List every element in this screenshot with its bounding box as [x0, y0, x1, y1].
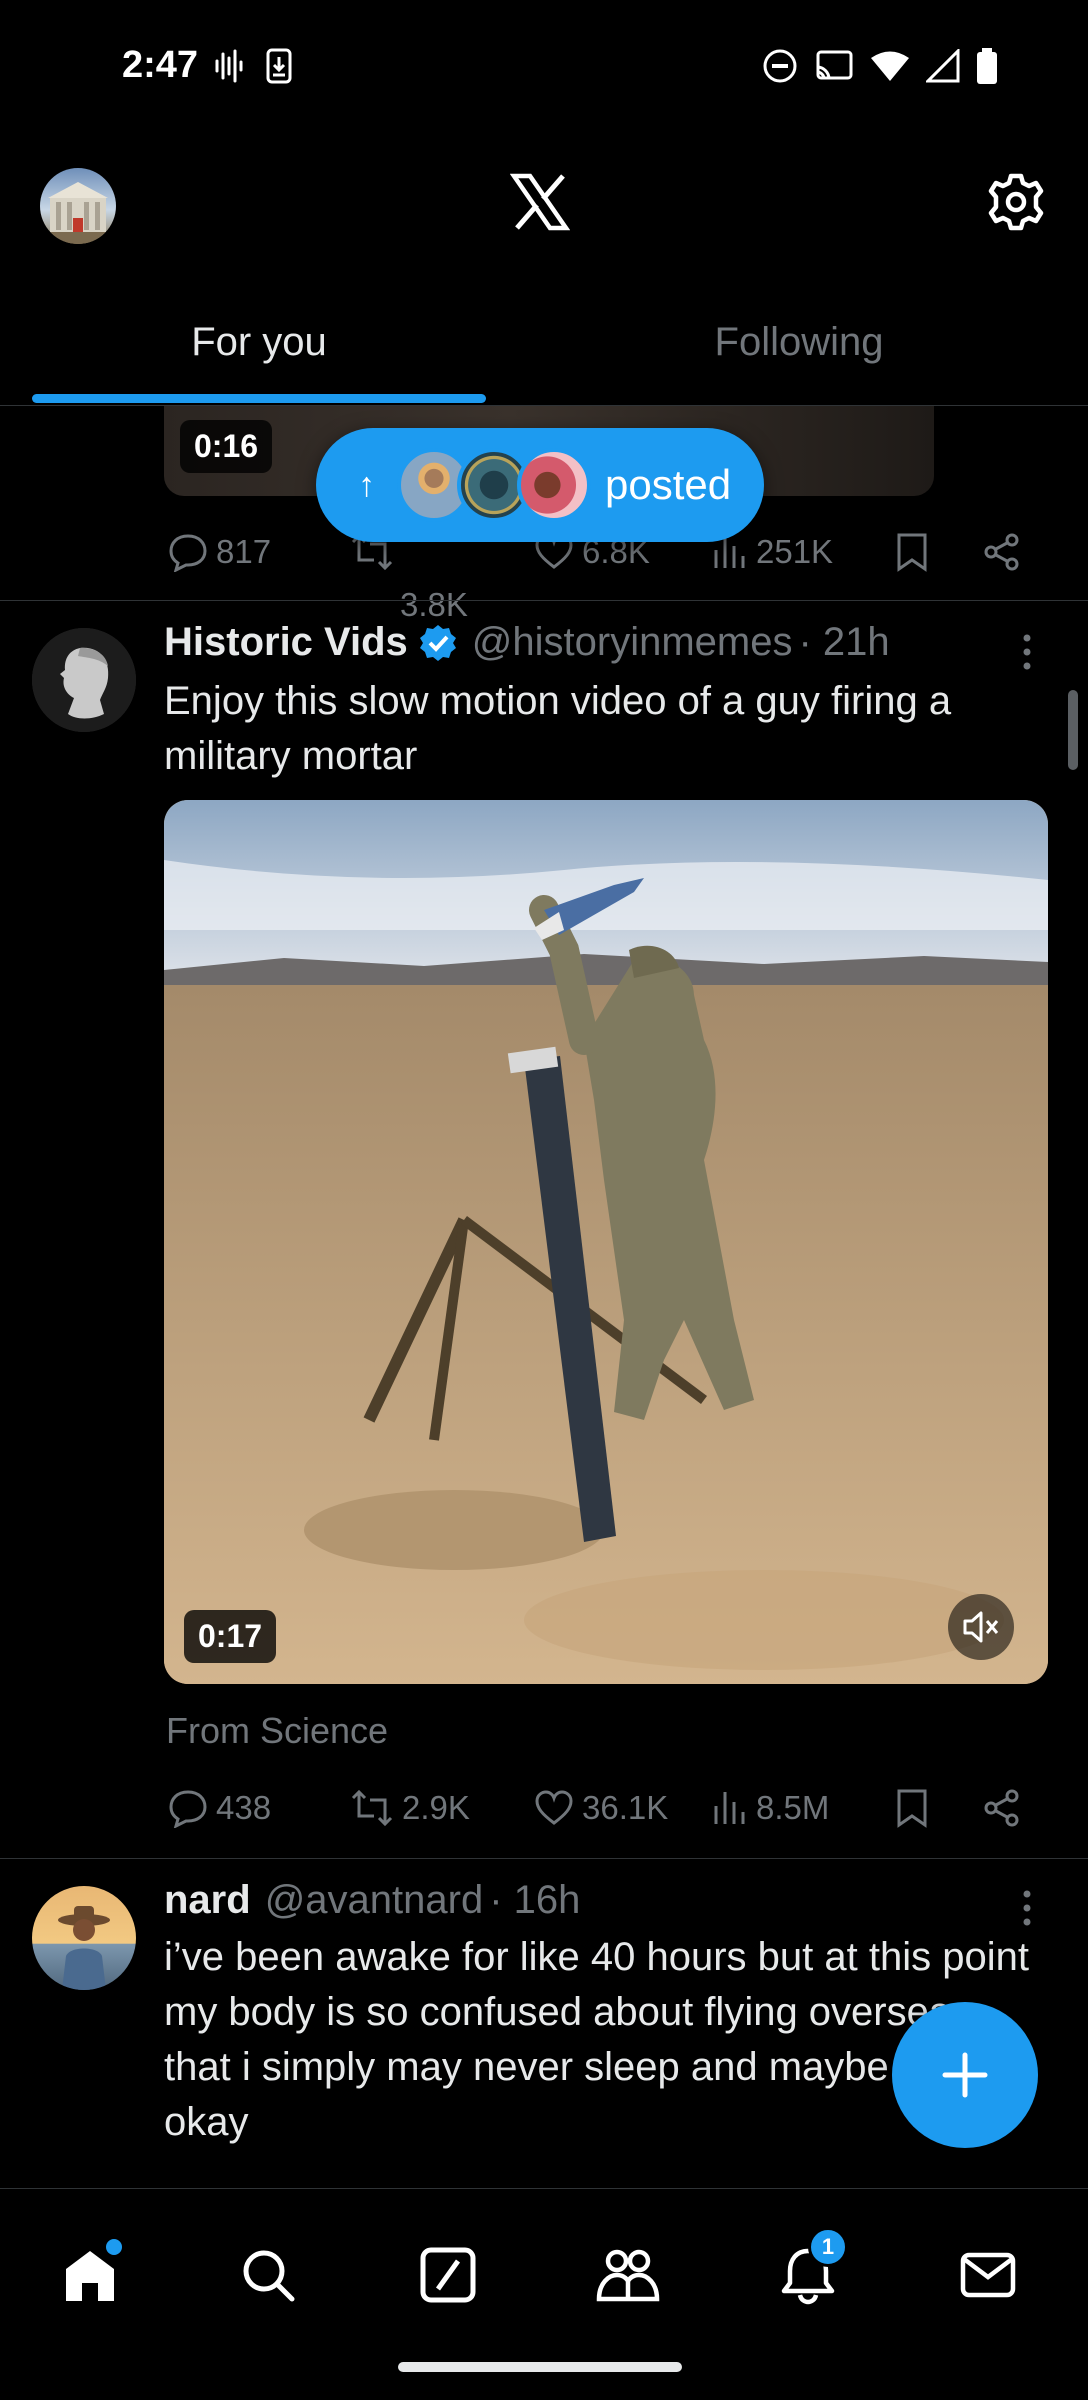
more-options-icon[interactable] [1012, 632, 1042, 672]
status-icons-right [762, 48, 998, 84]
handle[interactable]: @avantnard [265, 1878, 484, 1923]
tweet-text[interactable]: Enjoy this slow motion video of a guy fi… [164, 674, 1044, 784]
display-name[interactable]: nard [164, 1878, 251, 1923]
mail-icon [960, 2252, 1016, 2298]
do-not-disturb-icon [763, 49, 797, 83]
bust-avatar-image [32, 628, 136, 732]
repost-icon [351, 1789, 393, 1827]
nav-search[interactable] [228, 2235, 308, 2315]
reply-count: 817 [216, 533, 272, 570]
timeline-tabs: For you Following [0, 290, 1088, 406]
repost-count: 2.9K [402, 1789, 470, 1826]
video-duration: 0:17 [184, 1610, 277, 1663]
reply-button[interactable]: 817 [168, 532, 271, 572]
profile-avatar[interactable] [40, 168, 116, 244]
reply-icon [169, 1790, 207, 1828]
pill-avatar [517, 448, 591, 522]
tweet-actions: 438 2.9K 36.1K 8.5M [164, 1778, 1034, 1838]
plus-icon [942, 2052, 988, 2098]
mute-button[interactable] [948, 1594, 1014, 1660]
tweet-time: · 21h [798, 620, 890, 664]
settings-gear-icon[interactable] [986, 172, 1046, 232]
wifi-icon [871, 51, 909, 81]
active-tab-indicator [32, 394, 486, 403]
signal-icon [926, 49, 960, 83]
heart-icon [535, 1790, 573, 1825]
like-count: 36.1K [582, 1789, 669, 1826]
bookmark-icon[interactable] [894, 1788, 930, 1828]
home-indicator[interactable] [398, 2362, 682, 2372]
repost-button[interactable]: 2.9K [350, 1788, 470, 1828]
nav-communities[interactable] [588, 2235, 668, 2315]
compose-post-button[interactable] [892, 2002, 1038, 2148]
tweet-divider [0, 600, 1088, 601]
tab-following[interactable]: Following [572, 290, 1026, 406]
tweet-author-avatar[interactable] [32, 1886, 136, 1990]
reply-count: 438 [216, 1789, 272, 1826]
volume-muted-icon [963, 1611, 999, 1643]
handle[interactable]: @historyinmemes [472, 620, 793, 665]
video-frame [164, 800, 1048, 1684]
views-icon [714, 1792, 745, 1824]
tweet-time: · 16h [489, 1878, 581, 1922]
tweet-divider [0, 1858, 1088, 1859]
status-bar: 2:47 [0, 0, 1088, 130]
search-icon [243, 2250, 295, 2302]
grok-icon [420, 2247, 476, 2303]
arrow-up-icon: ↑ [358, 465, 375, 504]
verified-badge-icon [419, 624, 456, 661]
views-button[interactable]: 8.5M [712, 1788, 829, 1828]
reply-button[interactable]: 438 [168, 1788, 271, 1828]
tweet-name-line: Historic Vids @historyinmemes · 21h [164, 620, 890, 665]
reply-icon [169, 534, 207, 572]
status-icons-left [214, 48, 292, 84]
tweet-video[interactable] [164, 800, 1048, 1684]
unread-dot [106, 2239, 122, 2255]
cowboy-avatar-image [32, 1886, 136, 1990]
more-options-icon[interactable] [1012, 1888, 1042, 1928]
repost-count: 3.8K [400, 586, 468, 623]
community-source-label[interactable]: From Science [166, 1710, 388, 1752]
nav-grok[interactable] [408, 2235, 488, 2315]
bookmark-icon[interactable] [894, 532, 930, 572]
cast-icon [816, 50, 853, 80]
nav-notifications[interactable]: 1 [768, 2227, 848, 2315]
posted-label: posted [605, 461, 732, 508]
views-count: 8.5M [756, 1789, 830, 1826]
audio-wave-icon [215, 49, 243, 83]
tweet-author-avatar[interactable] [32, 628, 136, 732]
battery-icon [977, 48, 997, 84]
tweet-name-line: nard @avantnard · 16h [164, 1878, 580, 1923]
views-count: 251K [756, 533, 834, 570]
video-duration: 0:16 [180, 420, 273, 473]
status-time: 2:47 [122, 44, 199, 86]
nav-home[interactable] [50, 2235, 130, 2315]
new-posts-pill[interactable]: ↑ posted [316, 428, 764, 542]
like-button[interactable]: 36.1K [534, 1788, 668, 1828]
scrollbar-thumb[interactable] [1068, 690, 1078, 770]
x-logo-icon[interactable] [510, 172, 570, 232]
profile-avatar-image [40, 182, 116, 244]
download-icon [266, 48, 292, 84]
nav-messages[interactable] [948, 2235, 1028, 2315]
share-icon[interactable] [982, 1788, 1022, 1828]
display-name[interactable]: Historic Vids [164, 620, 408, 665]
communities-icon [596, 2249, 660, 2302]
tab-for-you[interactable]: For you [32, 290, 486, 406]
views-button[interactable]: 251K [712, 532, 833, 572]
share-icon[interactable] [982, 532, 1022, 572]
notifications-badge: 1 [808, 2227, 848, 2267]
